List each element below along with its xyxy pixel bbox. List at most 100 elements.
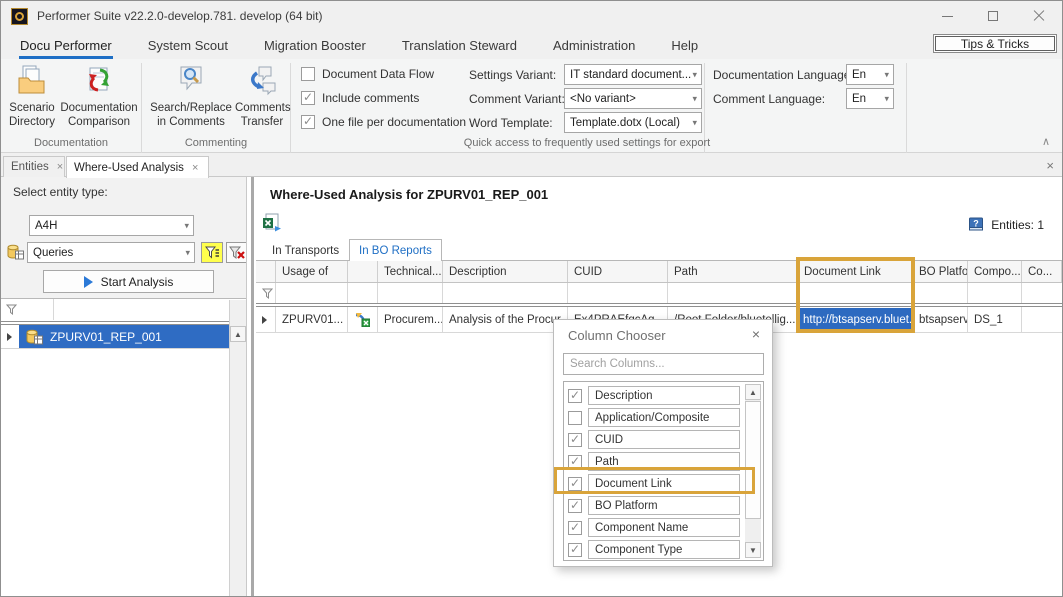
entity-type-select[interactable]: Queries ▾ [27,242,195,263]
header-component-name[interactable]: Compo... [968,261,1022,282]
bo-report-icon [354,312,370,327]
filter-cell[interactable] [378,283,443,303]
filter-cell[interactable] [276,283,348,303]
tab-docu-performer[interactable]: Docu Performer [19,33,113,59]
scroll-up-button[interactable]: ▲ [745,384,761,400]
select-value: Template.dotx (Local) [570,117,680,129]
documentation-language-select[interactable]: En ▾ [846,64,894,85]
column-item-label[interactable]: BO Platform [588,496,740,515]
header-icon[interactable] [348,261,378,282]
tab-system-scout[interactable]: System Scout [147,33,229,59]
filter-cell[interactable] [443,283,568,303]
cell-component-name[interactable]: DS_1 [968,307,1022,332]
close-dialog-icon[interactable]: × [752,326,760,342]
cell-technical-name[interactable]: Procurem... [378,307,443,332]
column-item-description[interactable]: Description [568,386,740,405]
tips-tricks-button[interactable]: Tips & Tricks [933,34,1057,53]
filter-edit-button[interactable] [201,242,223,263]
checkbox-box[interactable] [301,115,315,129]
header-technical-name[interactable]: Technical... [378,261,443,282]
column-item-component-type[interactable]: Component Type [568,540,740,559]
collapse-ribbon-icon[interactable]: ∧ [1042,135,1050,148]
export-excel-icon[interactable] [262,213,281,232]
doc-tab-entities[interactable]: Entities × [3,156,65,177]
scroll-down-button[interactable]: ▼ [745,542,761,558]
subtab-in-transports[interactable]: In Transports [263,241,348,260]
tab-help[interactable]: Help [670,33,699,59]
scrollbar-thumb[interactable] [745,401,761,519]
checkbox-box[interactable] [568,433,582,447]
maximize-button[interactable] [970,1,1016,31]
cell-bo-platform[interactable]: btsapserv [913,307,968,332]
checkbox-box[interactable] [568,543,582,557]
comment-language-select[interactable]: En ▾ [846,88,894,109]
checkbox-box[interactable] [568,521,582,535]
system-select[interactable]: A4H ▾ [29,215,194,236]
selected-entity[interactable]: ZPURV01_REP_001 [19,325,229,348]
panel-splitter[interactable] [246,177,255,596]
filter-cell[interactable] [1022,283,1062,303]
subtab-in-bo-reports[interactable]: In BO Reports [349,239,442,261]
column-item-label[interactable]: Application/Composite [588,408,740,427]
scenario-directory-button[interactable]: Scenario Directory [3,63,61,129]
header-path[interactable]: Path [668,261,798,282]
start-analysis-button[interactable]: Start Analysis [43,270,214,293]
close-button[interactable] [1016,1,1062,31]
select-value: En [852,93,866,105]
checkbox-box[interactable] [568,411,582,425]
checkbox-box[interactable] [568,499,582,513]
column-search-input[interactable] [563,353,764,375]
comments-transfer-button[interactable]: Comments Transfer [235,63,289,129]
help-book-icon[interactable]: ? [968,217,984,232]
tree-row-selected[interactable]: ZPURV01_REP_001 [1,325,229,349]
table-filter-row[interactable] [256,283,1062,303]
tab-migration-booster[interactable]: Migration Booster [263,33,367,59]
search-replace-comments-button[interactable]: Search/Replace in Comments [147,63,235,129]
header-bo-platform[interactable]: BO Platfo... [913,261,968,282]
tab-translation-steward[interactable]: Translation Steward [401,33,518,59]
column-item-label[interactable]: Component Name [588,518,740,537]
filter-cell[interactable] [568,283,668,303]
close-tabstrip-icon[interactable]: × [1046,158,1054,173]
filter-cell[interactable] [968,283,1022,303]
checkbox-one-file-per-doc[interactable]: One file per documentation [301,115,466,129]
filter-cell[interactable] [348,283,378,303]
checkbox-box[interactable] [301,67,315,81]
tree-filter-row[interactable] [1,299,229,320]
column-item-cuid[interactable]: CUID [568,430,740,449]
checkbox-box[interactable] [301,91,315,105]
highlight-document-link-item [554,467,755,494]
filter-cell[interactable] [668,283,798,303]
column-item-application-composite[interactable]: Application/Composite [568,408,740,427]
checkbox-box[interactable] [568,389,582,403]
clear-filter-button[interactable] [226,242,248,263]
tab-administration[interactable]: Administration [552,33,636,59]
settings-variant-select[interactable]: IT standard document... ▾ [564,64,702,85]
column-item-label[interactable]: CUID [588,430,740,449]
word-template-select[interactable]: Template.dotx (Local) ▾ [564,112,702,133]
column-item-label[interactable]: Description [588,386,740,405]
header-description[interactable]: Description [443,261,568,282]
cell-usage-of[interactable]: ZPURV01... [276,307,348,332]
column-item-label[interactable]: Component Type [588,540,740,559]
scroll-up-button[interactable]: ▲ [230,326,246,342]
cell-description[interactable]: Analysis of the Procur... [443,307,568,332]
header-component-type[interactable]: Co... [1022,261,1062,282]
cell-component-type[interactable] [1022,307,1062,332]
column-item-bo-platform[interactable]: BO Platform [568,496,740,515]
documentation-comparison-button[interactable]: Documentation Comparison [59,63,139,129]
header-usage-of[interactable]: Usage of [276,261,348,282]
close-tab-icon[interactable]: × [192,162,198,174]
row-expand-icon[interactable] [7,333,12,341]
checkbox-include-comments[interactable]: Include comments [301,91,419,105]
close-tab-icon[interactable]: × [57,161,63,173]
row-expand-cell[interactable] [256,307,276,332]
comment-variant-select[interactable]: <No variant> ▾ [564,88,702,109]
filter-cell[interactable] [913,283,968,303]
checkbox-document-data-flow[interactable]: Document Data Flow [301,67,434,81]
minimize-button[interactable] [924,1,970,31]
column-item-component-name[interactable]: Component Name [568,518,740,537]
tree-scrollbar[interactable]: ▲ [229,300,246,596]
header-cuid[interactable]: CUID [568,261,668,282]
doc-tab-where-used-analysis[interactable]: Where-Used Analysis × [66,156,209,178]
